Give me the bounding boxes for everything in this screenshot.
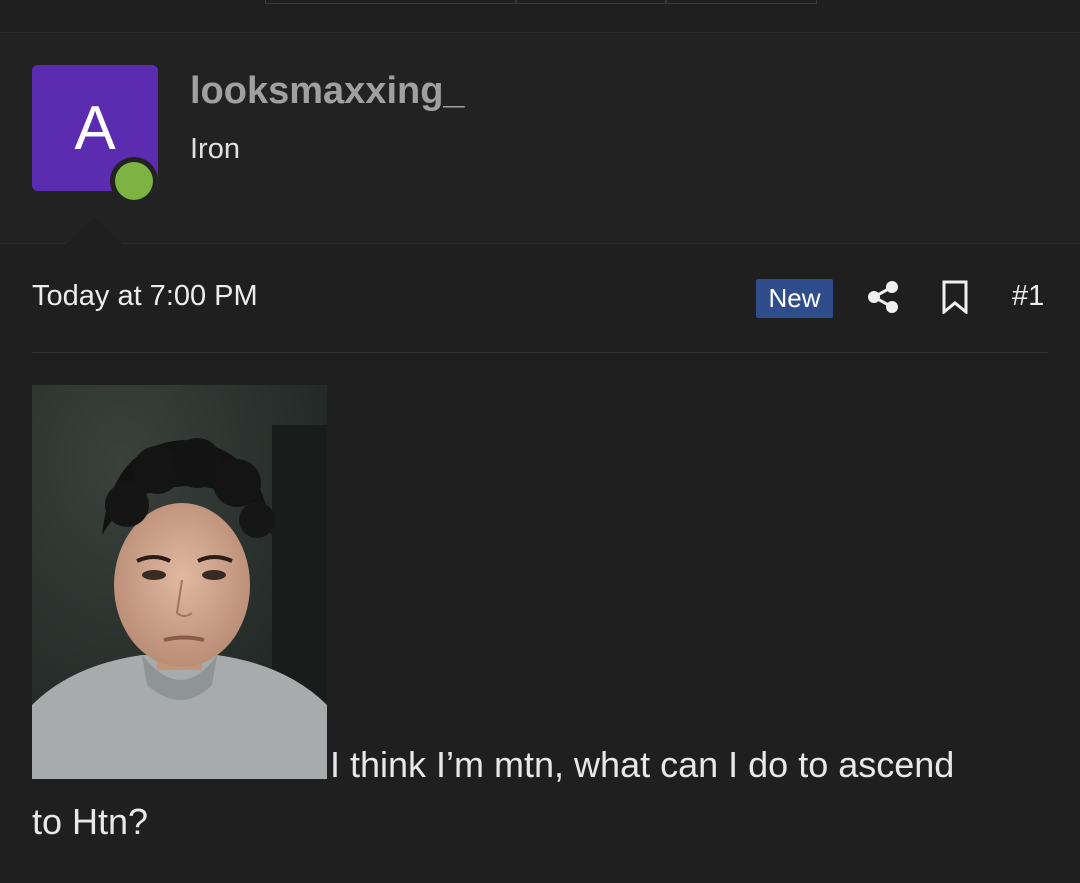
new-badge: New: [756, 279, 833, 318]
post-body-line: I think I’m mtn, what can I do to ascend: [330, 744, 955, 785]
bookmark-icon[interactable]: [940, 280, 970, 314]
thread-page: A looksmaxxing_ Iron Today at 7:00 PM Ne…: [0, 0, 1080, 883]
divider: [32, 352, 1048, 353]
share-icon[interactable]: [866, 280, 900, 314]
pagination-segment[interactable]: [666, 0, 817, 4]
pagination-strip: [265, 0, 817, 5]
pagination-segment[interactable]: [265, 0, 516, 4]
post-body-line: to Htn?: [32, 801, 149, 842]
post-user-header: [0, 33, 1080, 243]
selfie-photo-icon: [32, 385, 327, 779]
user-rank-title: Iron: [190, 133, 240, 165]
post-number-link[interactable]: #1: [1012, 280, 1044, 313]
avatar-letter: A: [74, 93, 116, 163]
username[interactable]: looksmaxxing_: [190, 70, 465, 113]
pagination-segment[interactable]: [516, 0, 666, 4]
post-date[interactable]: Today at 7:00 PM: [32, 280, 258, 313]
header-pointer: [66, 217, 122, 244]
online-status-icon: [110, 157, 158, 205]
post-image[interactable]: [32, 385, 327, 779]
divider: [0, 243, 1080, 244]
